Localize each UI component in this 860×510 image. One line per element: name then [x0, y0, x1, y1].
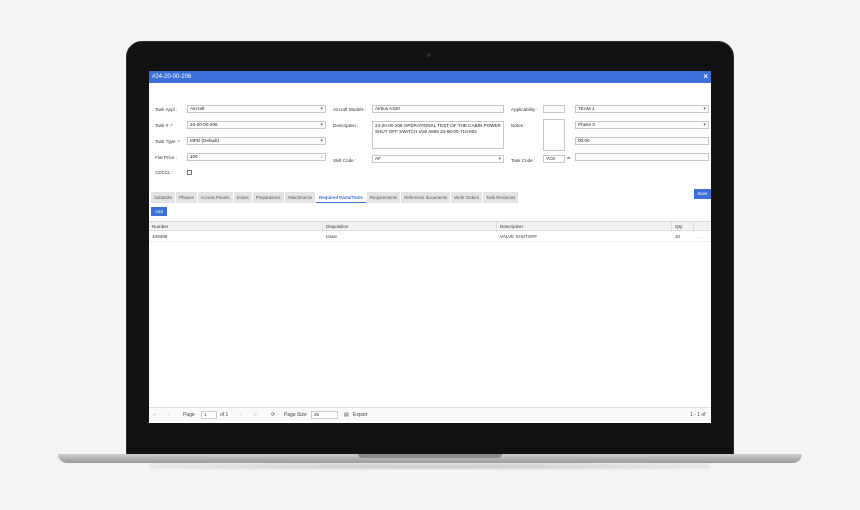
- task-code-input[interactable]: VCK: [543, 155, 565, 163]
- tab-task-revisions[interactable]: Task Revisions: [483, 192, 519, 203]
- laptop-shadow: [150, 463, 710, 470]
- description-textarea[interactable]: 24-20-00-206 OPERATIONAL TEST OF THE CAB…: [372, 121, 504, 149]
- at-label: at: [567, 155, 571, 160]
- next-page-icon[interactable]: ›: [240, 408, 242, 422]
- table-row[interactable]: 109486 Issue VALVE SHUTOFF 10 ...: [149, 231, 711, 242]
- aircraft-models-label: Aircraft Models :: [333, 107, 367, 112]
- column-header-qty[interactable]: Qty.: [673, 222, 683, 231]
- tab-access-panels[interactable]: Access Panels: [197, 192, 233, 203]
- grid-header: Number Disposition Description Qty.: [149, 221, 711, 232]
- export-link[interactable]: Export: [353, 408, 367, 422]
- aircraft-models-input[interactable]: Airbus A320: [372, 105, 504, 113]
- task-no-label: Task # :*: [155, 123, 173, 128]
- applicability-label: Applicability :: [511, 107, 538, 112]
- tab-attachments[interactable]: Attachments: [284, 192, 316, 203]
- applicability-input[interactable]: [543, 105, 565, 113]
- extra-input[interactable]: [575, 153, 709, 161]
- tab-requirements[interactable]: Requirements: [366, 192, 401, 203]
- phase-select[interactable]: Phase 3: [575, 121, 709, 129]
- description-label: Description :: [333, 123, 359, 128]
- webcam-icon: [427, 53, 431, 57]
- task-type-label: Task Type :*: [155, 139, 180, 144]
- page-size-input[interactable]: 25: [311, 411, 338, 419]
- skill-code-label: Skill Code :: [333, 158, 357, 163]
- flat-price-input[interactable]: 100: [187, 153, 326, 161]
- column-header-number[interactable]: Number: [150, 222, 168, 231]
- refresh-icon[interactable]: ⟳: [271, 408, 275, 422]
- column-header-disposition[interactable]: Disposition: [324, 222, 348, 231]
- cell-description: VALVE SHUTOFF: [500, 234, 538, 239]
- task-no-select[interactable]: 24-20-00-206: [187, 121, 326, 129]
- last-page-icon[interactable]: »: [254, 408, 257, 422]
- cell-qty: 10: [675, 234, 681, 239]
- tab-phases[interactable]: Phases: [176, 192, 197, 203]
- tab-reference-documents[interactable]: Reference documents: [401, 192, 451, 203]
- task-type-select[interactable]: MPD (Default): [187, 137, 326, 145]
- page-size-label: Page Size: [284, 412, 307, 418]
- pager: « ‹ Page 1 of 1 › » ⟳ Page Size 25 ▤ Exp…: [149, 407, 711, 421]
- dialog-titlebar: #24-20-00-206 ×: [149, 71, 711, 83]
- column-header-description[interactable]: Description: [498, 222, 523, 231]
- tab-zones[interactable]: Zones: [233, 192, 252, 203]
- page-number-input[interactable]: 1: [201, 411, 217, 419]
- tab-required-parts-tools[interactable]: Required Parts/Tools: [316, 192, 366, 203]
- export-icon[interactable]: ▤: [344, 408, 349, 422]
- cell-number: 109486: [152, 234, 168, 239]
- prev-page-icon[interactable]: ‹: [168, 408, 170, 422]
- time-input[interactable]: 00:00: [575, 137, 709, 145]
- tab-preparations[interactable]: Preparations: [252, 192, 284, 203]
- close-icon[interactable]: ×: [703, 71, 708, 83]
- row-menu-icon[interactable]: ...: [695, 231, 701, 242]
- flat-price-label: Flat Price :: [155, 155, 177, 160]
- task-appl-label: Task Appl :: [155, 107, 178, 112]
- page-count: of 1: [220, 412, 229, 418]
- skill-code-select[interactable]: AF: [372, 155, 504, 163]
- notes-textarea[interactable]: [543, 119, 565, 151]
- team-select[interactable]: TEAM 1: [575, 105, 709, 113]
- cell-disposition: Issue: [326, 234, 337, 239]
- tab-work-orders[interactable]: Work Orders: [451, 192, 482, 203]
- laptop-notch: [358, 454, 502, 458]
- task-appl-select[interactable]: Aircraft: [187, 105, 326, 113]
- tab-subtasks[interactable]: Subtasks: [151, 192, 176, 203]
- first-page-icon[interactable]: «: [153, 408, 156, 422]
- detail-tabs: Subtasks Phases Access Panels Zones Prep…: [151, 192, 519, 203]
- add-button[interactable]: Add: [151, 207, 167, 216]
- cdccl-label: CDCCL :: [155, 170, 174, 175]
- page-label: Page: [183, 412, 195, 418]
- notes-label: Notes :: [511, 123, 526, 128]
- task-code-label: Task Code :: [511, 158, 536, 163]
- result-range: 1 - 1 of: [690, 412, 706, 418]
- cdccl-checkbox[interactable]: [187, 170, 192, 175]
- app-screen: #24-20-00-206 × Task Appl : Aircraft Tas…: [149, 71, 711, 423]
- save-button[interactable]: Save: [694, 189, 711, 199]
- dialog-title: #24-20-00-206: [152, 74, 192, 80]
- task-form: Task Appl : Aircraft Task # :* 24-20-00-…: [149, 83, 711, 199]
